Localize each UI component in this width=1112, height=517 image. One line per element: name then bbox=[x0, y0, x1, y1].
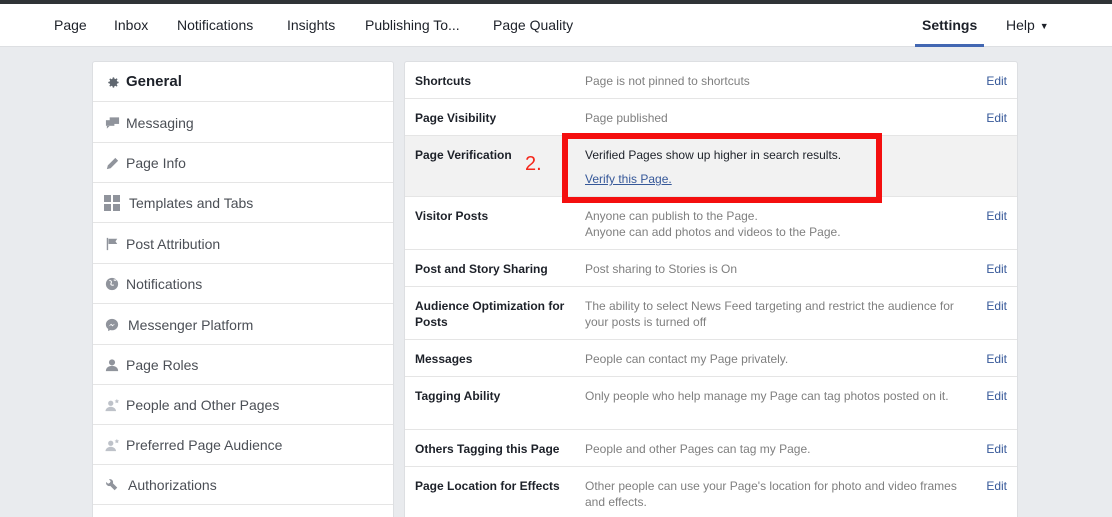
pencil-icon bbox=[104, 155, 120, 171]
nav-inbox[interactable]: Inbox bbox=[114, 4, 148, 47]
edit-link[interactable]: Edit bbox=[986, 298, 1007, 314]
settings-row-messages[interactable]: Messages People can contact my Page priv… bbox=[405, 340, 1017, 377]
edit-link[interactable]: Edit bbox=[986, 261, 1007, 277]
messaging-icon bbox=[104, 115, 120, 131]
edit-link[interactable]: Edit bbox=[986, 73, 1007, 89]
nav-publishing-tools[interactable]: Publishing To... bbox=[365, 4, 460, 47]
caret-down-icon: ▼ bbox=[1039, 21, 1049, 31]
setting-value-line: Anyone can publish to the Page. bbox=[585, 209, 758, 223]
setting-value: Page is not pinned to shortcuts bbox=[585, 74, 750, 88]
sidebar-item-page-roles[interactable]: Page Roles bbox=[93, 345, 393, 385]
setting-name: Others Tagging this Page bbox=[415, 442, 560, 456]
settings-row-others-tagging[interactable]: Others Tagging this Page People and othe… bbox=[405, 430, 1017, 467]
active-tab-indicator bbox=[915, 44, 984, 47]
setting-value: People and other Pages can tag my Page. bbox=[585, 442, 811, 456]
setting-name: Tagging Ability bbox=[415, 389, 501, 403]
wrench-icon bbox=[104, 477, 120, 493]
settings-row-page-verification: Page Verification Verified Pages show up… bbox=[405, 136, 1017, 197]
sidebar-item-label: Page Roles bbox=[126, 357, 199, 373]
setting-value: Post sharing to Stories is On bbox=[585, 262, 738, 276]
setting-name: Audience Optimization for Posts bbox=[415, 299, 565, 329]
sidebar-item-label: Post Attribution bbox=[126, 236, 221, 252]
sidebar-item-notifications[interactable]: Notifications bbox=[93, 264, 393, 304]
sidebar-item-label: Page Info bbox=[126, 155, 186, 171]
nav-page[interactable]: Page bbox=[54, 4, 87, 47]
setting-name: Messages bbox=[415, 352, 473, 366]
edit-link[interactable]: Edit bbox=[986, 478, 1007, 494]
sidebar-item-label: Notifications bbox=[126, 276, 203, 292]
person-star-icon bbox=[104, 437, 120, 453]
setting-value: Other people can use your Page's locatio… bbox=[585, 479, 957, 509]
sidebar-item-label: General bbox=[126, 73, 182, 90]
nav-insights[interactable]: Insights bbox=[287, 4, 335, 47]
setting-name: Shortcuts bbox=[415, 74, 472, 88]
settings-row-audience-optimization[interactable]: Audience Optimization for Posts The abil… bbox=[405, 287, 1017, 340]
messenger-icon bbox=[104, 317, 120, 333]
sidebar-item-messenger-platform[interactable]: Messenger Platform bbox=[93, 305, 393, 345]
setting-value: Page published bbox=[585, 111, 668, 125]
edit-link[interactable]: Edit bbox=[986, 351, 1007, 367]
setting-name: Page Location for Effects bbox=[415, 479, 560, 493]
nav-settings[interactable]: Settings bbox=[922, 4, 977, 47]
person-star-icon bbox=[104, 397, 120, 413]
setting-name: Visitor Posts bbox=[415, 209, 489, 223]
settings-row-page-visibility[interactable]: Page Visibility Page published Edit bbox=[405, 99, 1017, 136]
sidebar-item-people-and-other-pages[interactable]: People and Other Pages bbox=[93, 385, 393, 425]
nav-help-label: Help bbox=[1006, 17, 1035, 33]
verify-page-link[interactable]: Verify this Page. bbox=[585, 171, 672, 187]
globe-icon bbox=[104, 276, 120, 292]
setting-value: Verified Pages show up higher in search … bbox=[585, 147, 969, 187]
verification-description: Verified Pages show up higher in search … bbox=[585, 148, 842, 162]
sidebar-item-general[interactable]: General bbox=[93, 62, 393, 102]
edit-link[interactable]: Edit bbox=[986, 441, 1007, 457]
annotation-step-number: 2. bbox=[525, 153, 542, 175]
settings-row-shortcuts[interactable]: Shortcuts Page is not pinned to shortcut… bbox=[405, 62, 1017, 99]
sidebar-item-preferred-page-audience[interactable]: Preferred Page Audience bbox=[93, 425, 393, 465]
nav-notifications[interactable]: Notifications bbox=[177, 4, 253, 47]
sidebar-item-templates-tabs[interactable]: Templates and Tabs bbox=[93, 183, 393, 223]
setting-name: Page Verification bbox=[415, 148, 512, 162]
settings-row-post-story-sharing[interactable]: Post and Story Sharing Post sharing to S… bbox=[405, 250, 1017, 287]
page-nav-bar: Page Inbox Notifications Insights Publis… bbox=[0, 4, 1112, 47]
sidebar-item-messaging[interactable]: Messaging bbox=[93, 103, 393, 143]
sidebar-item-label: Templates and Tabs bbox=[129, 195, 254, 211]
setting-value: Only people who help manage my Page can … bbox=[585, 389, 949, 403]
edit-link[interactable]: Edit bbox=[986, 208, 1007, 224]
edit-link[interactable]: Edit bbox=[986, 110, 1007, 126]
sidebar-item-label: Messaging bbox=[126, 115, 194, 131]
sidebar-item-label: Authorizations bbox=[128, 477, 217, 493]
settings-row-visitor-posts[interactable]: Visitor Posts Anyone can publish to the … bbox=[405, 197, 1017, 250]
sidebar-item-label: Messenger Platform bbox=[128, 317, 254, 333]
sidebar-item-page-info[interactable]: Page Info bbox=[93, 143, 393, 183]
setting-value: People can contact my Page privately. bbox=[585, 352, 789, 366]
settings-row-tagging-ability[interactable]: Tagging Ability Only people who help man… bbox=[405, 377, 1017, 430]
nav-page-quality[interactable]: Page Quality bbox=[493, 4, 573, 47]
gear-icon bbox=[104, 74, 120, 90]
sidebar-item-label: Preferred Page Audience bbox=[126, 437, 283, 453]
person-icon bbox=[104, 357, 120, 373]
nav-help[interactable]: Help ▼ bbox=[1006, 4, 1049, 47]
sidebar-item-post-attribution[interactable]: Post Attribution bbox=[93, 224, 393, 264]
sidebar-item-authorizations[interactable]: Authorizations bbox=[93, 465, 393, 505]
setting-value: Anyone can publish to the Page. Anyone c… bbox=[585, 208, 969, 240]
settings-sidebar: General Messaging Page Info Templates an… bbox=[92, 61, 394, 517]
grid-icon bbox=[104, 195, 120, 211]
setting-value-line: Anyone can add photos and videos to the … bbox=[585, 225, 841, 239]
setting-name: Page Visibility bbox=[415, 111, 497, 125]
flag-icon bbox=[104, 236, 120, 252]
setting-name: Post and Story Sharing bbox=[415, 262, 548, 276]
sidebar-item-label: People and Other Pages bbox=[126, 397, 280, 413]
settings-row-page-location-effects[interactable]: Page Location for Effects Other people c… bbox=[405, 467, 1017, 517]
general-settings-panel: Shortcuts Page is not pinned to shortcut… bbox=[404, 61, 1018, 517]
setting-value: The ability to select News Feed targetin… bbox=[585, 299, 954, 329]
edit-link[interactable]: Edit bbox=[986, 388, 1007, 404]
